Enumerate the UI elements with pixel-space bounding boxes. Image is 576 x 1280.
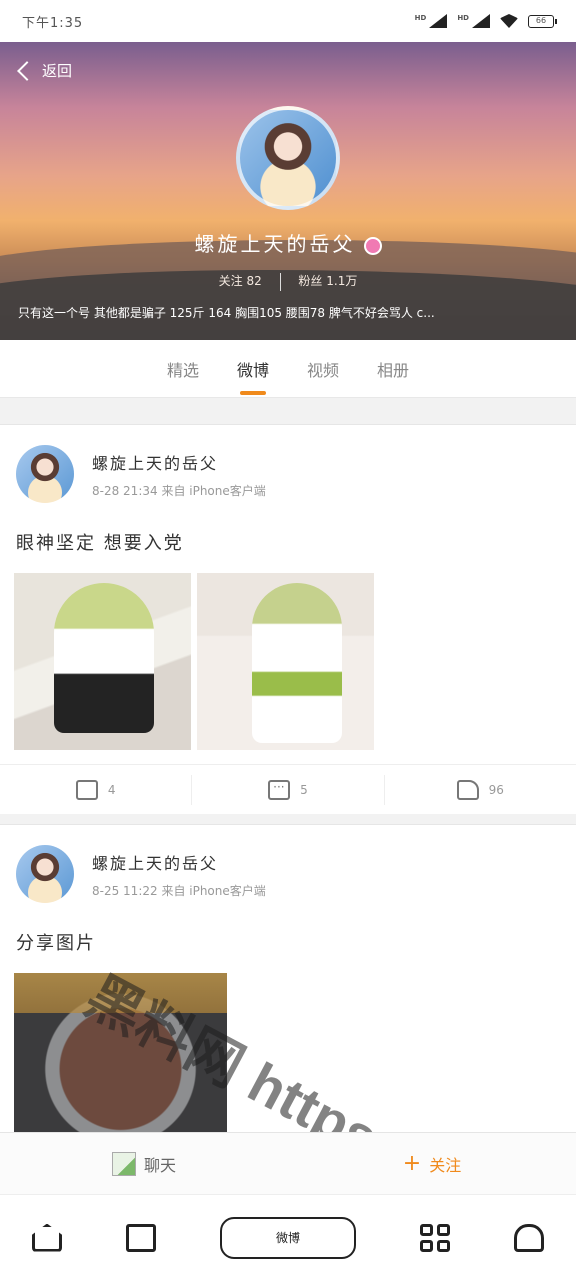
- post-images: [0, 973, 576, 1133]
- repost-icon: [75, 779, 98, 800]
- signal-icon-2: HD: [457, 14, 490, 28]
- home-icon[interactable]: [32, 1223, 62, 1252]
- following-label: 关注: [218, 274, 243, 288]
- post-avatar[interactable]: [16, 845, 74, 903]
- repost-count: 4: [107, 782, 116, 797]
- profile-header: 返回 螺旋上天的岳父 关注 82 粉丝 1.1万 只有这一个号 其他都是骗子 1…: [0, 42, 576, 340]
- username-text: 螺旋上天的岳父: [194, 232, 356, 256]
- plus-icon: +: [402, 1150, 422, 1176]
- post-author[interactable]: 螺旋上天的岳父: [92, 850, 266, 874]
- bottom-nav: 微博: [0, 1194, 576, 1280]
- repost-button[interactable]: 4: [0, 774, 193, 805]
- profile-action-bar: 聊天 + 关注: [0, 1132, 576, 1194]
- followers-label: 粉丝: [298, 274, 323, 288]
- chat-label: 聊天: [143, 1155, 176, 1175]
- comment-icon: [268, 779, 291, 800]
- profile-username: 螺旋上天的岳父: [0, 228, 576, 257]
- follow-button[interactable]: + 关注: [288, 1133, 576, 1194]
- like-button[interactable]: 96: [385, 775, 576, 805]
- status-icons: HD HD 66: [415, 14, 557, 28]
- follow-label: 关注: [429, 1155, 462, 1175]
- tab-weibo[interactable]: 微博: [237, 351, 269, 395]
- like-count: 96: [488, 782, 504, 797]
- post-timestamp: 8-28 21:34 来自 iPhone客户端: [92, 483, 266, 498]
- status-bar: 下午1:35 HD HD 66: [0, 0, 576, 42]
- followers-stat[interactable]: 粉丝 1.1万: [298, 274, 357, 288]
- profile-avatar[interactable]: [236, 106, 340, 210]
- thumbs-up-icon: [456, 779, 479, 800]
- post-avatar[interactable]: [16, 445, 74, 503]
- profile-tabs: 精选 微博 视频 相册: [0, 340, 576, 398]
- profile-ghost-icon[interactable]: [514, 1223, 544, 1252]
- back-label: 返回: [42, 62, 73, 80]
- comment-button[interactable]: 5: [192, 774, 385, 805]
- post-image[interactable]: [14, 973, 227, 1133]
- post-timestamp: 8-25 11:22 来自 iPhone客户端: [92, 883, 266, 898]
- tab-albums[interactable]: 相册: [377, 351, 409, 387]
- post-author[interactable]: 螺旋上天的岳父: [92, 450, 266, 474]
- verified-badge-icon[interactable]: [363, 236, 382, 255]
- wifi-icon: [500, 14, 518, 28]
- battery-icon: 66: [528, 14, 557, 28]
- discover-icon[interactable]: [126, 1223, 156, 1252]
- post-header: 螺旋上天的岳父 8-28 21:34 来自 iPhone客户端: [0, 425, 576, 503]
- post-meta: 螺旋上天的岳父 8-25 11:22 来自 iPhone客户端: [92, 850, 266, 899]
- comment-count: 5: [300, 782, 308, 797]
- post-actions: 4 5 96: [0, 764, 576, 814]
- post-text: 分享图片: [16, 933, 96, 954]
- post-images: [0, 573, 576, 750]
- tab-videos[interactable]: 视频: [307, 351, 339, 387]
- post-meta: 螺旋上天的岳父 8-28 21:34 来自 iPhone客户端: [92, 450, 266, 499]
- post-text: 眼神坚定 想要入党: [16, 533, 184, 554]
- back-button[interactable]: 返回: [17, 60, 73, 81]
- profile-bio[interactable]: 只有这一个号 其他都是骗子 125斤 164 胸围105 腰围78 脾气不好会骂…: [18, 304, 563, 321]
- following-count: 82: [246, 274, 262, 288]
- chat-image-icon: [111, 1151, 136, 1176]
- post-card[interactable]: 螺旋上天的岳父 8-28 21:34 来自 iPhone客户端 眼神坚定 想要入…: [0, 424, 576, 814]
- apps-grid-icon[interactable]: [420, 1223, 450, 1252]
- following-stat[interactable]: 关注 82: [219, 274, 262, 288]
- profile-stats: 关注 82 粉丝 1.1万: [0, 272, 576, 291]
- tab-featured[interactable]: 精选: [167, 351, 199, 387]
- chevron-left-icon: [17, 60, 37, 81]
- signal-icon: HD: [415, 14, 448, 28]
- post-image[interactable]: [14, 573, 191, 750]
- chat-button[interactable]: 聊天: [0, 1133, 288, 1194]
- post-header: 螺旋上天的岳父 8-25 11:22 来自 iPhone客户端: [0, 825, 576, 903]
- followers-count: 1.1万: [326, 274, 358, 288]
- weibo-center-button[interactable]: 微博: [220, 1216, 356, 1259]
- post-image[interactable]: [197, 573, 374, 750]
- post-card[interactable]: 螺旋上天的岳父 8-25 11:22 来自 iPhone客户端 分享图片: [0, 824, 576, 1133]
- stats-divider: [279, 272, 281, 291]
- post-feed: 螺旋上天的岳父 8-28 21:34 来自 iPhone客户端 眼神坚定 想要入…: [0, 424, 576, 1143]
- status-time: 下午1:35: [22, 15, 84, 31]
